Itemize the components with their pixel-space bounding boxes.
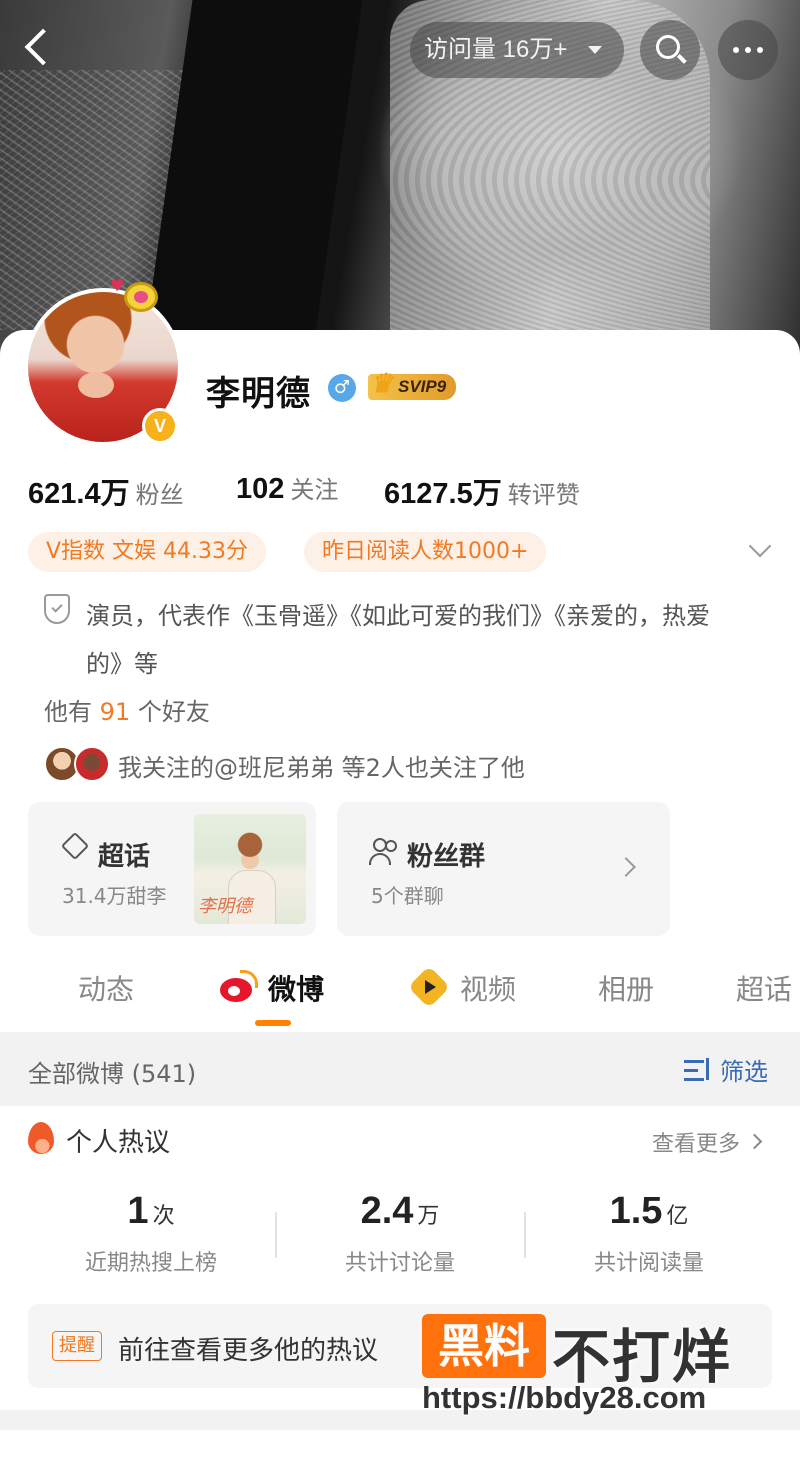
active-tab-indicator	[255, 1020, 291, 1026]
metric-discussions: 2.4 万 共计讨论量	[275, 1190, 525, 1277]
metric-label: 共计阅读量	[593, 1251, 704, 1276]
visits-counter[interactable]: 访问量 16万+	[410, 22, 624, 78]
reader-count-chip[interactable]: 昨日阅读人数1000+	[304, 532, 547, 572]
all-posts-count: 全部微博 (541)	[28, 1060, 197, 1088]
filter-bar: 全部微博 (541) 筛选	[0, 1032, 800, 1106]
metric-unit: 亿	[666, 1204, 689, 1229]
avatar-pendant-icon: ♥	[110, 276, 164, 316]
weibo-logo-icon	[220, 970, 258, 1002]
tab-weibo-label: 微博	[268, 973, 325, 1006]
filter-label: 筛选	[720, 1058, 768, 1086]
watermark-url: https://bbdy28.com	[422, 1380, 707, 1415]
v-index-chip[interactable]: V指数 文娱 44.33分	[28, 532, 267, 572]
chevron-right-icon	[616, 857, 636, 877]
friends-prefix: 他有	[44, 698, 92, 726]
metric-value: 1.5	[609, 1190, 663, 1232]
super-topic-subtitle: 31.4万甜李	[62, 884, 167, 908]
stat-label: 转评赞	[507, 481, 580, 509]
tab-dynamics[interactable]: 动态	[78, 968, 134, 1008]
stat-followers[interactable]: 621.4万 粉丝	[28, 470, 184, 512]
more-button[interactable]	[718, 20, 778, 80]
stat-label: 关注	[290, 476, 339, 504]
search-icon-handle	[677, 53, 687, 64]
svip-label: SVIP9	[398, 377, 447, 396]
super-topic-title: 超话	[98, 842, 151, 872]
metric-unit: 次	[152, 1204, 175, 1229]
thumbnail-caption: 李明德	[198, 896, 252, 917]
tab-weibo[interactable]: 微博	[220, 968, 325, 1008]
metric-unit: 万	[417, 1204, 440, 1229]
certification-shield-icon	[44, 594, 70, 624]
more-icon	[733, 47, 763, 53]
stat-value: 621.4万	[28, 478, 130, 510]
profile-name: 李明德	[206, 374, 311, 414]
people-icon	[369, 838, 401, 866]
super-topic-tile[interactable]: 超话 31.4万甜李 李明德	[28, 802, 316, 936]
mutual-follow-text[interactable]: 我关注的@班尼弟弟 等2人也关注了他	[118, 748, 525, 783]
metric-label: 近期热搜上榜	[84, 1251, 217, 1276]
gender-male-icon: ♂	[328, 374, 356, 402]
super-topic-diamond-icon	[60, 831, 90, 864]
fan-group-tile[interactable]: 粉丝群 5个群聊	[337, 802, 670, 936]
metric-value: 2.4	[360, 1190, 414, 1232]
filter-button[interactable]: 筛选	[684, 1052, 768, 1087]
metric-label: 共计讨论量	[344, 1251, 455, 1276]
avatar-detail	[78, 372, 114, 398]
search-button[interactable]	[640, 20, 700, 80]
chevron-right-icon	[746, 1133, 763, 1150]
friends-number: 91	[99, 698, 131, 726]
stat-following[interactable]: 102 关注	[236, 470, 338, 506]
fan-group-title: 粉丝群	[407, 842, 486, 872]
back-arrow-icon	[24, 28, 62, 66]
stat-value: 6127.5万	[384, 478, 502, 510]
watermark-logo: 黑料	[422, 1314, 546, 1378]
see-more-link[interactable]: 查看更多	[652, 1126, 763, 1158]
tab-video[interactable]: 视频	[407, 965, 517, 1009]
metric-reads: 1.5 亿 共计阅读量	[524, 1190, 774, 1277]
stat-likes[interactable]: 6127.5万 转评赞	[384, 470, 580, 512]
stat-value: 102	[236, 473, 285, 505]
hot-discussion-title: 个人热议	[66, 1128, 171, 1158]
metric-value: 1	[127, 1190, 149, 1232]
profile-bio: 演员，代表作《玉骨遥》《如此可爱的我们》《亲爱的，热爱的》等	[86, 602, 710, 678]
crown-icon: ♛	[370, 368, 394, 398]
verified-badge-icon: V	[142, 408, 178, 444]
back-button[interactable]	[18, 28, 62, 72]
friends-count[interactable]: 他有 91 个好友	[44, 692, 210, 727]
see-more-label: 查看更多	[652, 1132, 741, 1157]
top-bar: 访问量 16万+	[0, 0, 800, 100]
filter-icon	[684, 1058, 712, 1082]
stat-label: 粉丝	[135, 481, 184, 509]
metric-hot-search: 1次 近期热搜上榜	[26, 1190, 276, 1277]
flame-icon	[28, 1122, 54, 1154]
tab-album[interactable]: 相册	[598, 968, 654, 1008]
super-topic-thumbnail: 李明德	[194, 814, 306, 924]
profile-tabs: 动态 微博 视频 相册 超话	[0, 958, 800, 1028]
friends-suffix: 个好友	[137, 698, 210, 726]
tab-super-topic[interactable]: 超话	[736, 968, 792, 1008]
visits-label: 访问量 16万+	[424, 36, 568, 63]
hot-discussion-header: 个人热议 查看更多	[0, 1106, 800, 1176]
reminder-text: 前往查看更多他的热议	[118, 1336, 379, 1366]
video-play-icon	[407, 965, 451, 1009]
fan-group-subtitle: 5个群聊	[371, 884, 444, 908]
tab-video-label: 视频	[460, 973, 517, 1006]
svip-badge[interactable]: ♛ SVIP9	[368, 370, 457, 400]
mutual-avatar	[74, 746, 110, 782]
reminder-tag: 提醒	[52, 1331, 102, 1361]
caret-down-icon	[588, 46, 602, 54]
